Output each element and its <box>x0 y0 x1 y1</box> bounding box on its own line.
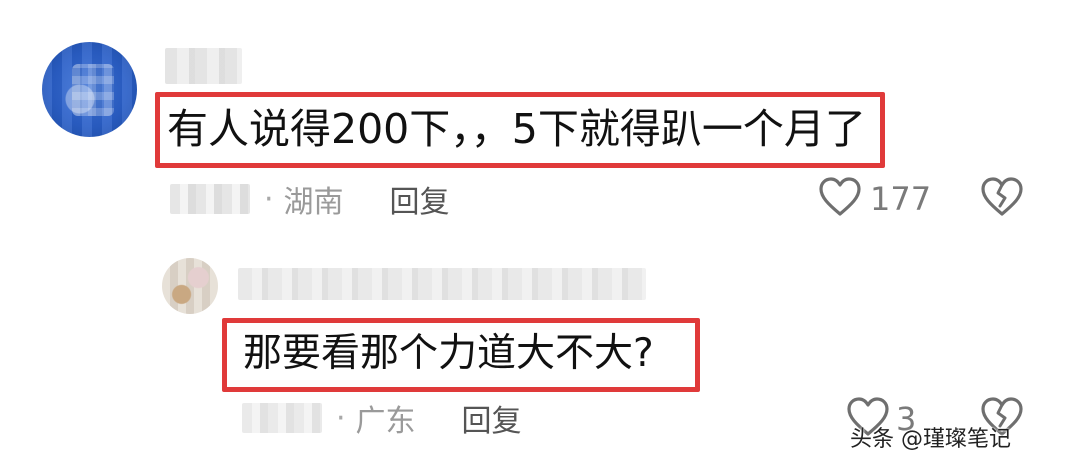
reply-username-blurred[interactable] <box>238 268 646 300</box>
reply-button[interactable]: 回复 <box>462 396 522 440</box>
reply-text: 那要看那个力道大不大? <box>243 331 654 376</box>
like-count: 177 <box>870 180 932 218</box>
timestamp-blurred <box>242 403 322 433</box>
username-blurred[interactable] <box>165 48 242 84</box>
comment-text: 有人说得200下，，5下就得趴一个月了 <box>167 105 866 153</box>
comment-meta: · 湖南 回复 <box>170 178 450 220</box>
separator-dot: · <box>264 181 274 217</box>
watermark: 头条 @瑾璨笔记 <box>850 427 1011 452</box>
separator-dot: · <box>336 400 346 436</box>
location-label: 广东 <box>355 404 416 439</box>
like-button[interactable]: 177 <box>818 176 931 222</box>
reply-avatar[interactable] <box>162 258 218 314</box>
avatar[interactable] <box>42 42 137 137</box>
location-label: 湖南 <box>283 185 344 220</box>
dislike-button[interactable] <box>980 176 1024 222</box>
reply-button[interactable]: 回复 <box>390 177 450 221</box>
reply-meta: · 广东 回复 <box>242 397 522 439</box>
broken-heart-icon <box>980 177 1024 222</box>
timestamp-blurred <box>170 184 250 214</box>
heart-outline-icon <box>818 176 862 222</box>
